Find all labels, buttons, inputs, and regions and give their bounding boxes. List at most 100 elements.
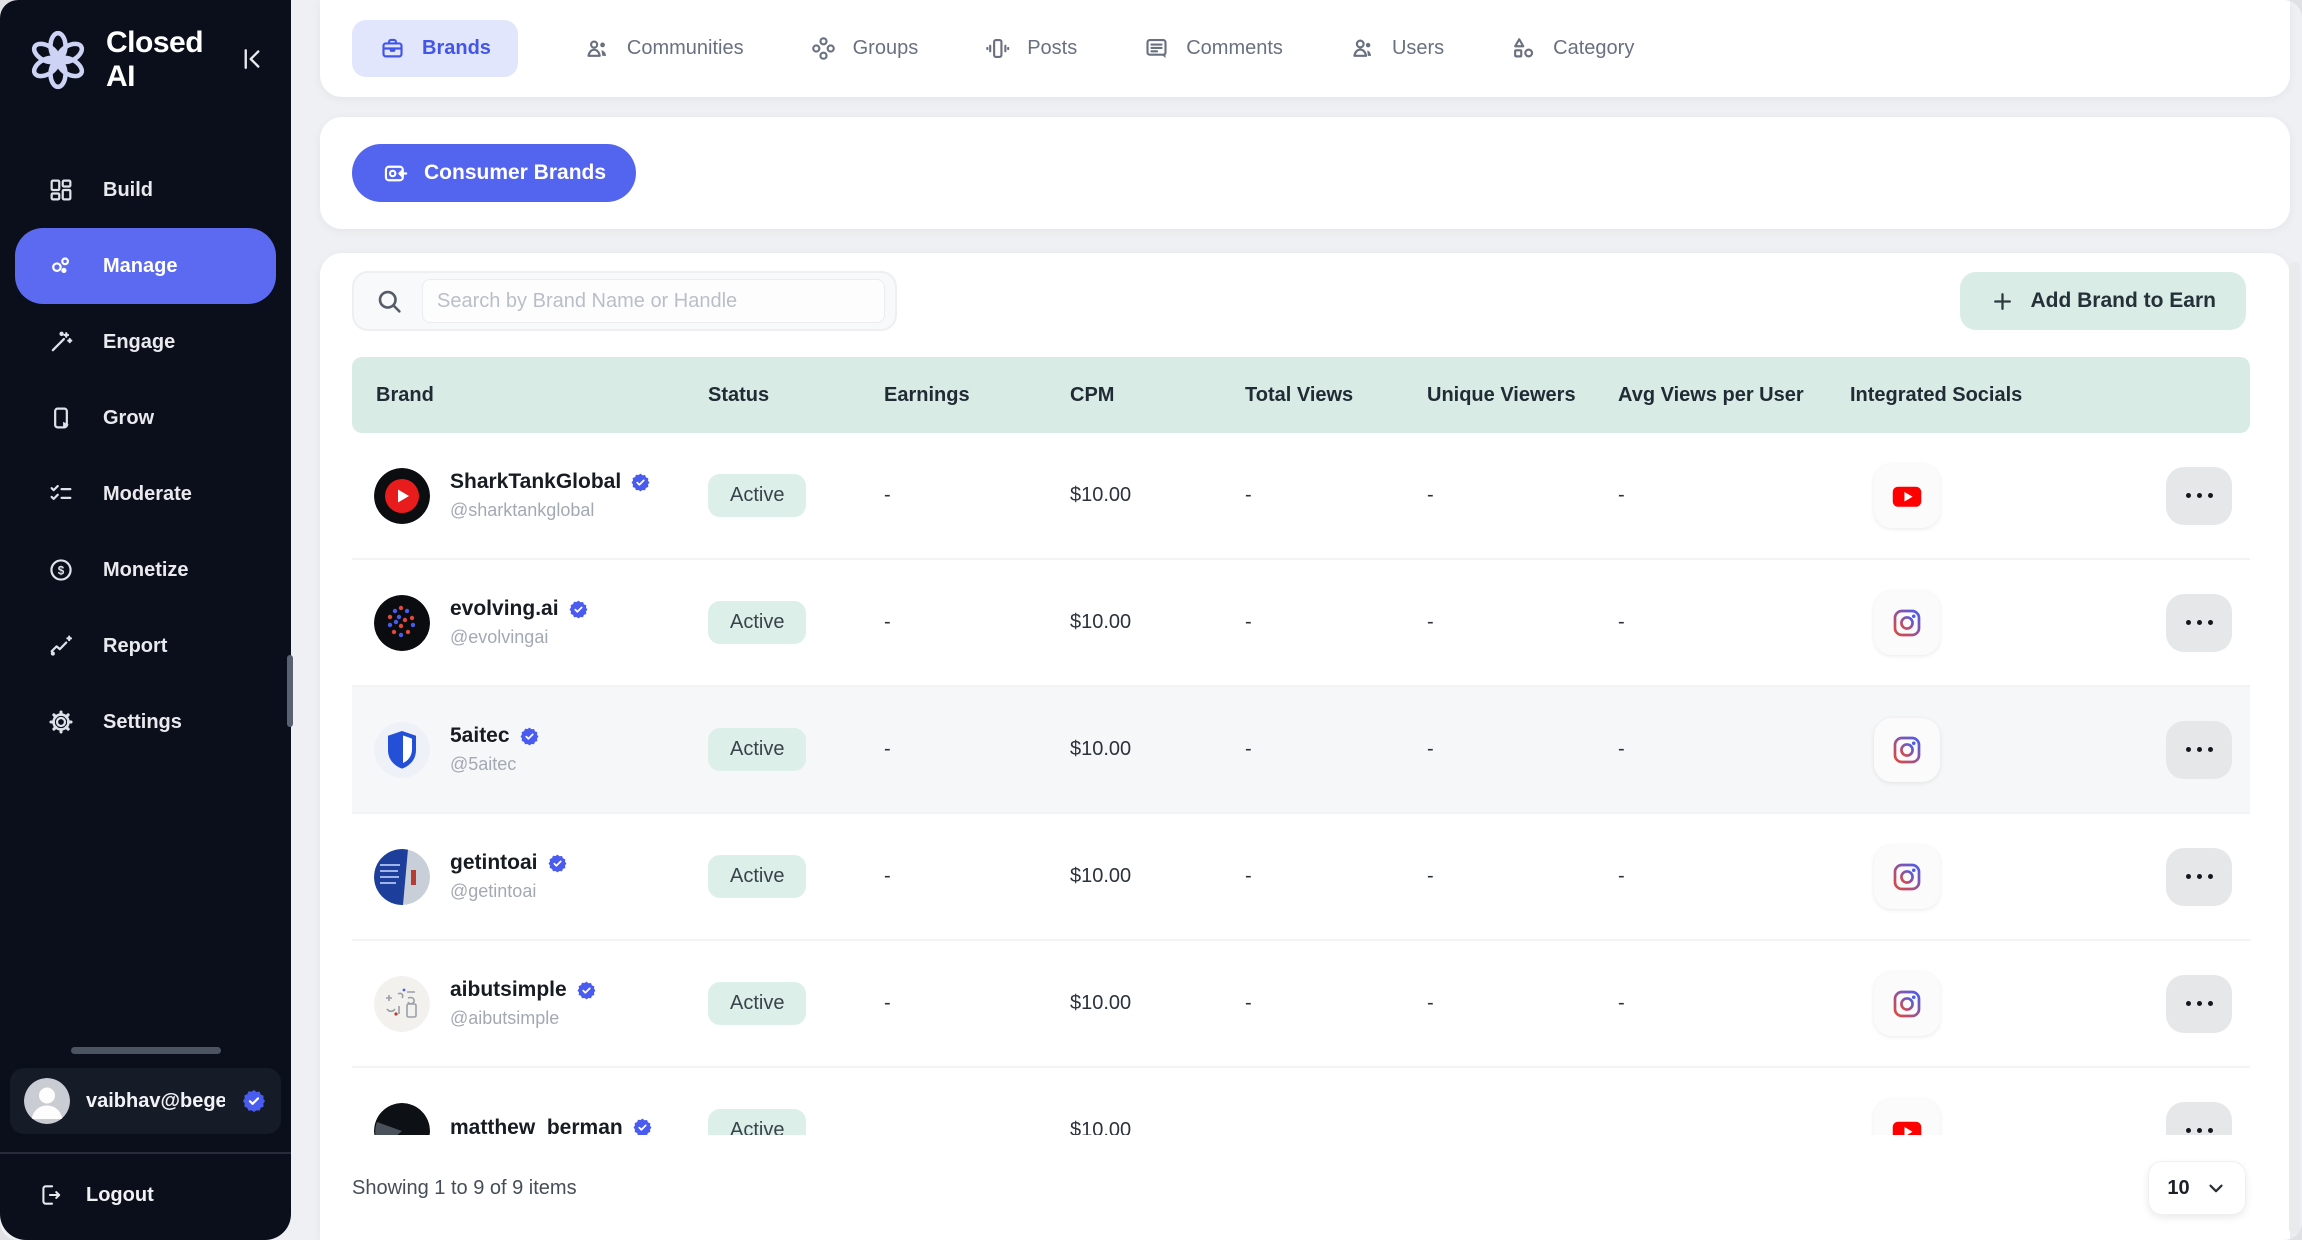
tab-users[interactable]: Users [1349,35,1444,62]
sidebar-item-engage[interactable]: Engage [15,304,276,380]
sidebar-item-build[interactable]: Build [15,152,276,228]
page-scrollbar[interactable] [2289,262,2300,1234]
table-row[interactable]: matthew_berman Active $10.00 [352,1068,2250,1135]
sidebar-item-grow[interactable]: Grow [15,380,276,456]
column-header-integrated-socials: Integrated Socials [1826,384,2066,407]
brand-avatar [374,1103,430,1136]
earnings-cell: - [860,611,1046,634]
socials-cell [1826,972,2066,1036]
table-row[interactable]: aibutsimple@aibutsimpleActive-$10.00--- [352,941,2250,1068]
unique-viewers-cell: - [1403,484,1594,507]
tab-label: Users [1392,37,1444,60]
table-toolbar: Add Brand to Earn [320,253,2290,331]
column-header-cpm: CPM [1046,384,1221,407]
brand-handle: @sharktankglobal [450,500,651,521]
table-row[interactable]: SharkTankGlobal@sharktankglobalActive-$1… [352,433,2250,560]
row-actions-button[interactable] [2166,721,2232,779]
logout-button[interactable]: Logout [0,1154,154,1240]
logout-icon [38,1182,64,1208]
brand-name: aibutsimple [450,978,567,1002]
brand-name: getintoai [450,851,538,875]
avg-views-cell: - [1594,484,1826,507]
tab-brands[interactable]: Brands [352,20,518,77]
status-cell: Active [684,982,860,1025]
row-actions-button[interactable] [2166,594,2232,652]
verified-badge-icon [576,980,597,1001]
cpm-cell: $10.00 [1046,992,1221,1015]
row-actions-button[interactable] [2166,975,2232,1033]
cpm-cell: $10.00 [1046,611,1221,634]
sidebar-collapse-button[interactable] [234,42,269,78]
actions-cell [2066,594,2250,652]
add-brand-label: Add Brand to Earn [2030,289,2216,313]
sidebar-item-report[interactable]: Report [15,608,276,684]
tab-label: Groups [853,37,919,60]
actions-cell [2066,848,2250,906]
tab-label: Comments [1186,37,1283,60]
brand-cell: aibutsimple@aibutsimple [352,976,684,1032]
checklist-icon [47,480,75,508]
table-row[interactable]: 5aitec@5aitecActive-$10.00--- [352,687,2250,814]
brands-panel: Add Brand to Earn BrandStatusEarningsCPM… [320,253,2290,1240]
status-badge: Active [708,982,806,1025]
table-body: SharkTankGlobal@sharktankglobalActive-$1… [352,433,2250,1135]
verified-badge-icon [568,599,589,620]
search-input[interactable] [422,279,885,323]
avg-views-cell: - [1594,992,1826,1015]
sidebar-header: Closed AI [0,0,291,94]
youtube-icon [1874,464,1940,528]
tab-comments[interactable]: Comments [1143,35,1283,62]
page-size-value: 10 [2167,1177,2189,1200]
trend-icon [47,632,75,660]
brand-name: 5aitec [450,724,510,748]
svg-text:$: $ [58,565,65,578]
status-badge: Active [708,1109,806,1135]
tab-communities[interactable]: Communities [584,35,744,62]
consumer-brands-button[interactable]: Consumer Brands [352,144,636,202]
sidebar-item-label: Report [103,635,167,658]
avg-views-cell: - [1594,738,1826,761]
sidebar-item-label: Settings [103,711,182,734]
cpm-cell: $10.00 [1046,865,1221,888]
tab-category[interactable]: Category [1510,35,1634,62]
openai-flower-logo-icon [26,28,90,92]
tab-groups[interactable]: Groups [810,35,919,62]
socials-cell [1826,1099,2066,1136]
sidebar-item-settings[interactable]: Settings [15,684,276,760]
status-badge: Active [708,474,806,517]
brand-name: matthew_berman [450,1116,623,1136]
sidebar-item-manage[interactable]: Manage [15,228,276,304]
brand-avatar [374,976,430,1032]
sidebar-item-moderate[interactable]: Moderate [15,456,276,532]
sidebar-resize-handle[interactable] [71,1047,221,1054]
earnings-cell: - [860,484,1046,507]
brand-handle: @evolvingai [450,627,589,648]
table-row[interactable]: evolving.ai@evolvingaiActive-$10.00--- [352,560,2250,687]
status-badge: Active [708,728,806,771]
row-actions-button[interactable] [2166,1102,2232,1136]
brand-avatar [374,722,430,778]
pagination-summary: Showing 1 to 9 of 9 items [352,1177,577,1200]
socials-cell [1826,464,2066,528]
tab-posts[interactable]: Posts [984,35,1077,62]
brand-cell: matthew_berman [352,1103,684,1136]
page-size-select[interactable]: 10 [2148,1161,2246,1215]
row-actions-button[interactable] [2166,848,2232,906]
tab-label: Category [1553,37,1634,60]
brand-avatar [374,468,430,524]
table-row[interactable]: getintoai@getintoaiActive-$10.00--- [352,814,2250,941]
socials-cell [1826,845,2066,909]
sidebar-scrollbar[interactable] [287,655,293,727]
cpm-cell: $10.00 [1046,1119,1221,1135]
status-badge: Active [708,601,806,644]
user-account-card[interactable]: vaibhav@begenu... [10,1068,281,1134]
sidebar-item-label: Moderate [103,483,192,506]
sidebar: Closed AI BuildManageEngageGrow Moderate $… [0,0,291,1240]
brand-cell: getintoai@getintoai [352,849,684,905]
sidebar-item-monetize[interactable]: $Monetize [15,532,276,608]
brand-cell: 5aitec@5aitec [352,722,684,778]
wand-icon [47,328,75,356]
add-brand-button[interactable]: Add Brand to Earn [1960,272,2246,330]
verified-badge-icon [630,472,651,493]
row-actions-button[interactable] [2166,467,2232,525]
